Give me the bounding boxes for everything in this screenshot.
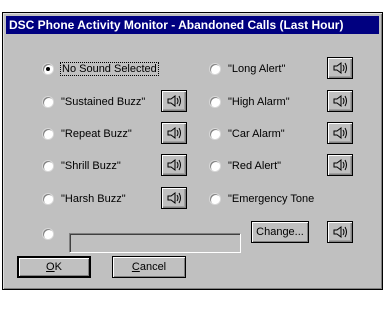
cancel-accelerator: C: [131, 261, 140, 273]
radio-custom-sound[interactable]: [43, 229, 53, 239]
radio-no-sound[interactable]: [43, 64, 53, 74]
play-shrill-buzz-button[interactable]: [161, 154, 187, 176]
radio-sustained-buzz[interactable]: [43, 97, 53, 107]
option-emergency-tone[interactable]: "Emergency Tone: [210, 191, 314, 207]
dialog-window: DSC Phone Activity Monitor - Abandoned C…: [2, 12, 383, 290]
speaker-icon: [333, 226, 347, 238]
cancel-label-rest: ancel: [139, 261, 167, 273]
option-label: "Long Alert": [228, 63, 286, 75]
option-repeat-buzz[interactable]: "Repeat Buzz": [43, 126, 132, 142]
speaker-icon: [167, 192, 181, 204]
play-high-alarm-button[interactable]: [327, 90, 353, 112]
radio-emergency-tone[interactable]: [210, 194, 220, 204]
radio-car-alarm[interactable]: [210, 129, 220, 139]
play-red-alert-button[interactable]: [327, 154, 353, 176]
speaker-icon: [333, 159, 347, 171]
custom-sound-path-field[interactable]: [69, 233, 241, 253]
speaker-icon: [333, 95, 347, 107]
radio-shrill-buzz[interactable]: [43, 161, 53, 171]
option-custom-sound[interactable]: [43, 226, 61, 242]
play-car-alarm-button[interactable]: [327, 122, 353, 144]
option-label: "Red Alert": [228, 160, 282, 172]
radio-red-alert[interactable]: [210, 161, 220, 171]
speaker-icon: [167, 127, 181, 139]
option-no-sound[interactable]: No Sound Selected: [43, 61, 159, 77]
option-sustained-buzz[interactable]: "Sustained Buzz": [43, 94, 145, 110]
play-long-alert-button[interactable]: [327, 57, 353, 79]
speaker-icon: [333, 127, 347, 139]
option-label: "Repeat Buzz": [61, 128, 132, 140]
option-label: "High Alarm": [228, 96, 290, 108]
option-label: "Emergency Tone: [228, 193, 315, 205]
option-label: "Car Alarm": [228, 128, 285, 140]
change-button[interactable]: Change...: [251, 221, 309, 243]
option-harsh-buzz[interactable]: "Harsh Buzz": [43, 191, 126, 207]
radio-high-alarm[interactable]: [210, 97, 220, 107]
radio-harsh-buzz[interactable]: [43, 194, 53, 204]
speaker-icon: [333, 62, 347, 74]
play-sustained-buzz-button[interactable]: [161, 90, 187, 112]
option-long-alert[interactable]: "Long Alert": [210, 61, 285, 77]
radio-repeat-buzz[interactable]: [43, 129, 53, 139]
ok-label-rest: K: [54, 261, 62, 273]
option-car-alarm[interactable]: "Car Alarm": [210, 126, 285, 142]
option-label: "Shrill Buzz": [61, 160, 121, 172]
option-red-alert[interactable]: "Red Alert": [210, 158, 281, 174]
play-repeat-buzz-button[interactable]: [161, 122, 187, 144]
speaker-icon: [167, 159, 181, 171]
ok-button[interactable]: OK: [17, 256, 91, 278]
speaker-icon: [167, 95, 181, 107]
cancel-button[interactable]: Cancel: [112, 256, 186, 278]
play-custom-sound-button[interactable]: [327, 221, 353, 243]
radio-long-alert[interactable]: [210, 64, 220, 74]
option-label: No Sound Selected: [60, 62, 159, 76]
option-label: "Sustained Buzz": [61, 96, 146, 108]
window-title: DSC Phone Activity Monitor - Abandoned C…: [6, 16, 379, 34]
ok-accelerator: O: [46, 261, 55, 273]
play-harsh-buzz-button[interactable]: [161, 187, 187, 209]
option-label: "Harsh Buzz": [61, 193, 126, 205]
option-shrill-buzz[interactable]: "Shrill Buzz": [43, 158, 121, 174]
option-high-alarm[interactable]: "High Alarm": [210, 94, 290, 110]
